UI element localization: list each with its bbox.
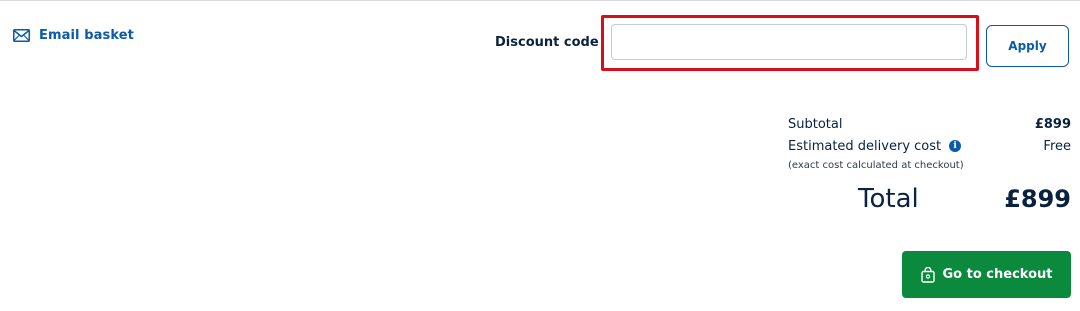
discount-code-label: Discount code — [495, 35, 599, 50]
subtotal-value: £899 — [1034, 116, 1071, 132]
email-basket-label: Email basket — [39, 28, 134, 43]
apply-discount-button[interactable]: Apply — [986, 25, 1069, 67]
envelope-icon — [13, 29, 30, 42]
go-to-checkout-label: Go to checkout — [942, 267, 1053, 282]
delivery-label: Estimated delivery cost — [788, 138, 942, 154]
total-row: Total £899 — [858, 184, 1071, 214]
delivery-value: Free — [1043, 138, 1071, 154]
basket-summary-panel: Email basket Discount code Apply Subtota… — [0, 0, 1080, 311]
info-icon[interactable]: i — [949, 140, 962, 152]
subtotal-label: Subtotal — [788, 116, 843, 132]
discount-code-input[interactable] — [611, 24, 967, 60]
go-to-checkout-button[interactable]: Go to checkout — [902, 251, 1071, 298]
order-summary: Subtotal £899 Estimated delivery cost i … — [788, 113, 1071, 215]
total-value: £899 — [1004, 185, 1071, 213]
delivery-note: (exact cost calculated at checkout) — [788, 160, 964, 171]
discount-code-highlight — [601, 15, 979, 71]
delivery-row: Estimated delivery cost i Free — [788, 135, 1071, 157]
email-basket-link[interactable]: Email basket — [13, 28, 134, 43]
shopping-bag-icon — [920, 266, 935, 283]
total-label: Total — [858, 184, 919, 214]
subtotal-row: Subtotal £899 — [788, 113, 1071, 135]
